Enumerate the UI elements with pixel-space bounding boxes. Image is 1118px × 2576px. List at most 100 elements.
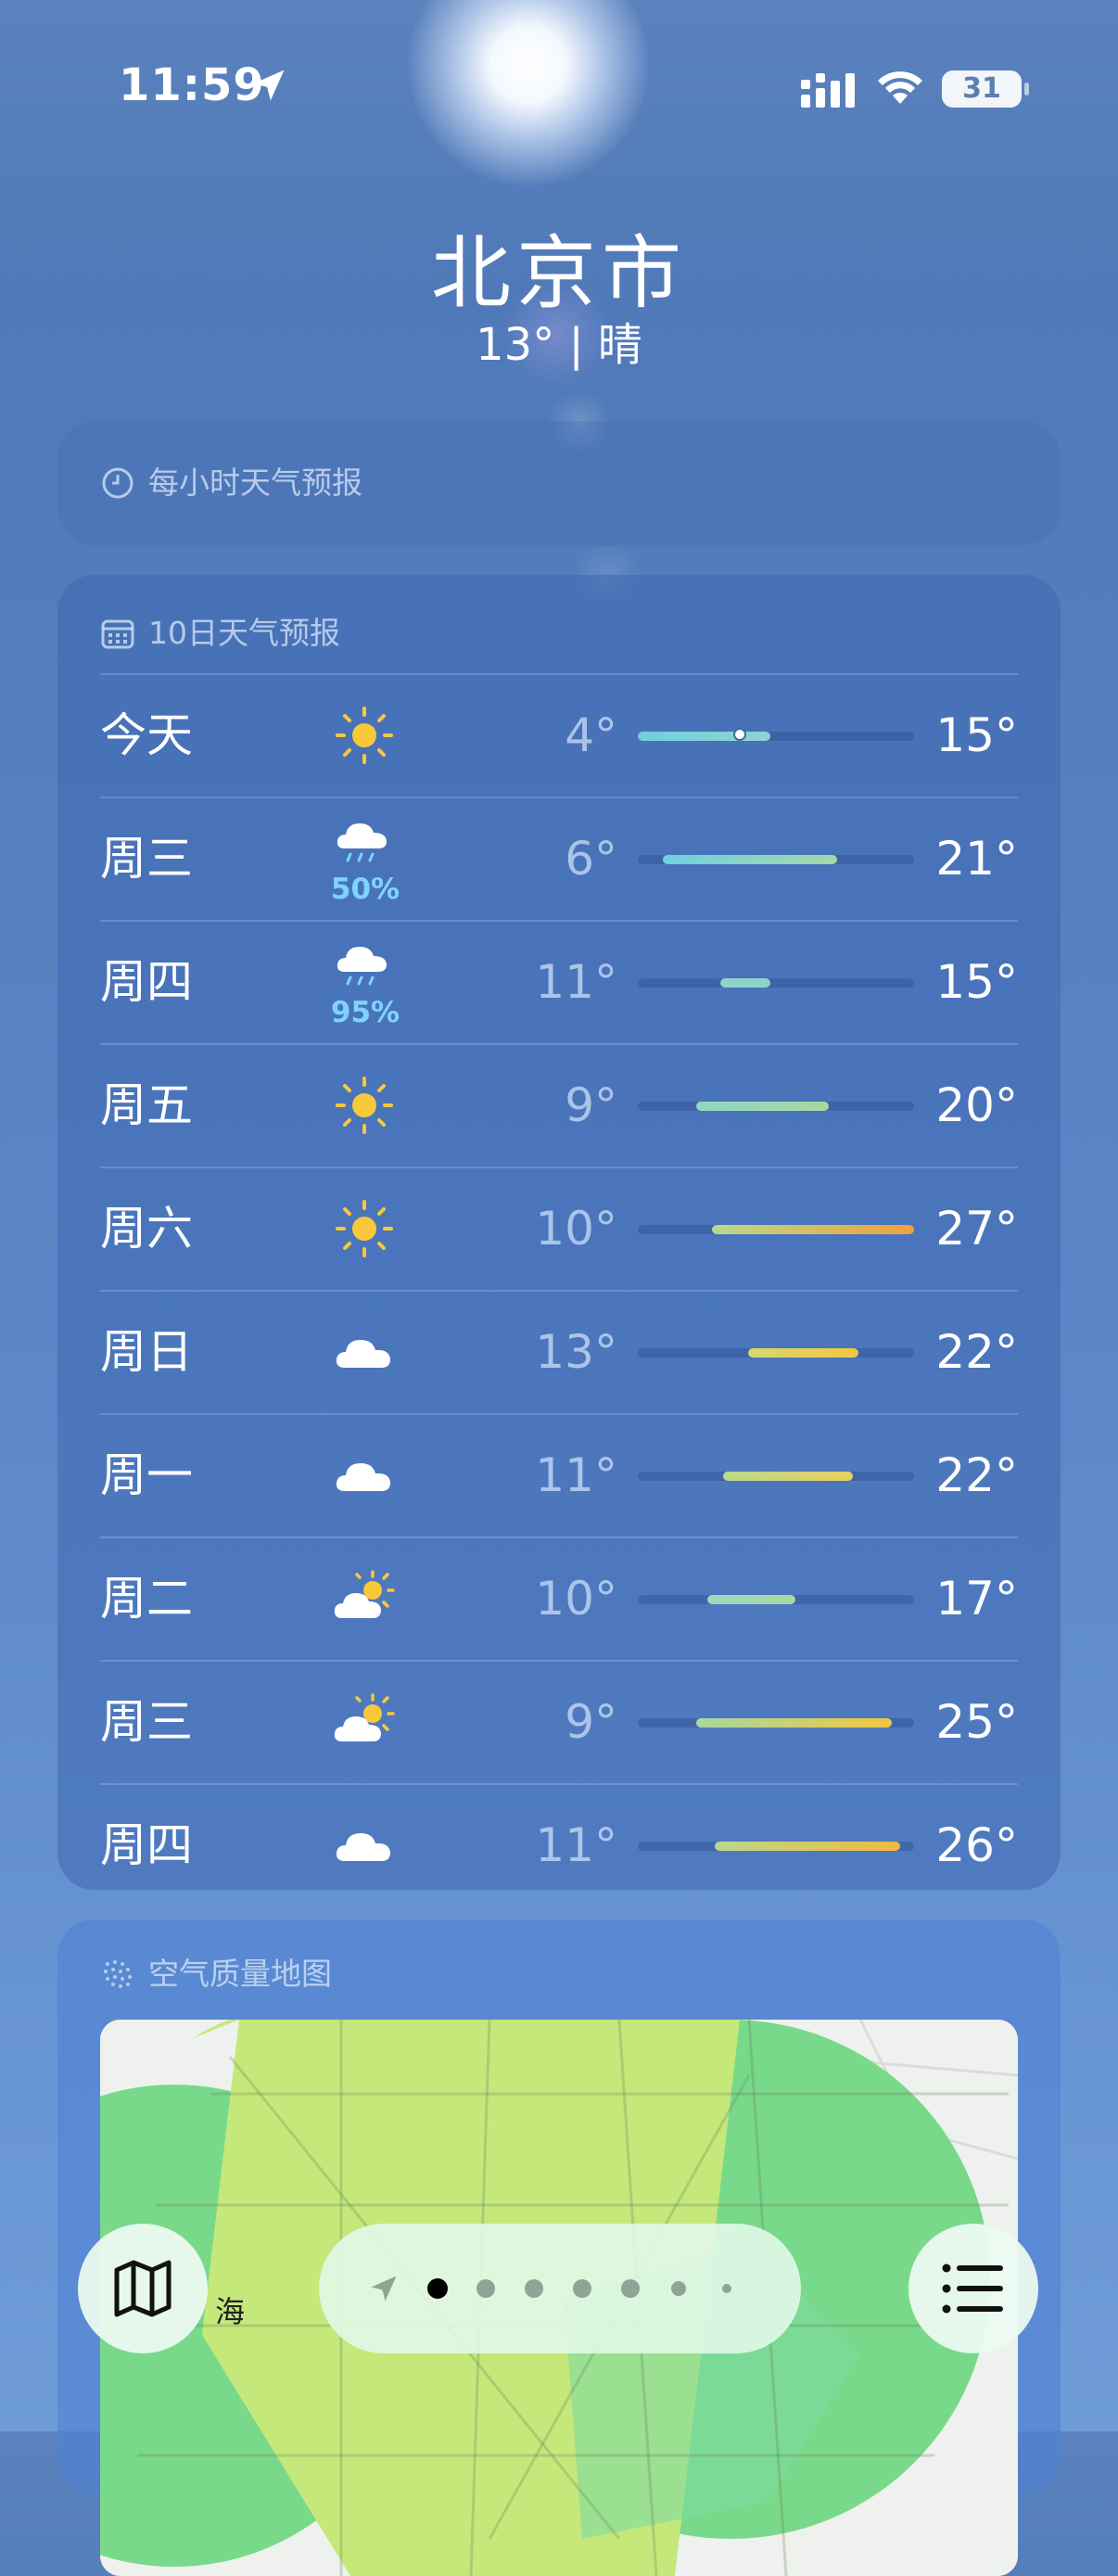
location-arrow-icon: [371, 2276, 397, 2302]
map-button[interactable]: [78, 2224, 208, 2353]
temp-range-track: [638, 1348, 914, 1358]
temp-range-bar: [695, 1102, 829, 1111]
forecast-row[interactable]: 周三 9° 25°: [100, 1660, 1018, 1783]
sun-icon: [332, 1196, 397, 1261]
temp-range-bar: [706, 1595, 795, 1604]
battery-indicator: 31: [942, 70, 1029, 108]
forecast-row[interactable]: 周二 10° 17°: [100, 1537, 1018, 1660]
page-dot[interactable]: [671, 2281, 686, 2296]
air-quality-map-card[interactable]: 空气质量地图 海: [57, 1919, 1061, 2576]
high-temp: 20°: [935, 1078, 1018, 1132]
low-temp: 11°: [535, 1818, 617, 1872]
forecast-day: 周六: [100, 1202, 193, 1256]
cloud-rain-icon: [332, 813, 397, 878]
temp-range-track: [638, 1472, 914, 1481]
current-conditions: 13° | 晴: [476, 319, 642, 371]
temp-range-bar: [720, 978, 771, 988]
high-temp: 25°: [935, 1695, 1018, 1749]
forecast-day: 周日: [100, 1325, 193, 1379]
high-temp: 15°: [935, 955, 1018, 1009]
temp-range-bar: [715, 1842, 901, 1851]
temp-range-track: [638, 855, 914, 864]
page-dot[interactable]: [525, 2279, 543, 2298]
forecast-row[interactable]: 周四 11° 26°: [100, 1783, 1018, 1906]
page-indicator[interactable]: [319, 2224, 801, 2353]
hourly-card-title: 每小时天气预报: [148, 465, 362, 501]
high-temp: 15°: [935, 708, 1018, 762]
cloud-rain-icon: [332, 937, 397, 1001]
cloud-icon: [332, 1443, 397, 1508]
temp-range-track: [638, 1225, 914, 1234]
cloud-sun-icon: [332, 1690, 397, 1754]
calendar-icon: [101, 619, 134, 649]
low-temp: 9°: [565, 1078, 617, 1132]
temp-range-bar: [638, 732, 771, 741]
high-temp: 17°: [935, 1572, 1018, 1626]
sun-icon: [332, 703, 397, 768]
low-temp: 6°: [565, 832, 617, 886]
high-temp: 27°: [935, 1202, 1018, 1256]
wifi-icon: [878, 71, 922, 104]
temp-range-track: [638, 1595, 914, 1604]
hourly-forecast-card[interactable]: 每小时天气预报: [57, 421, 1061, 545]
forecast-day: 今天: [100, 708, 193, 762]
high-temp: 21°: [935, 832, 1018, 886]
forecast-day: 周三: [100, 1695, 193, 1749]
temp-range-track: [638, 978, 914, 988]
status-bar: 11:59 31: [0, 56, 1118, 121]
temp-range-bar: [662, 855, 837, 864]
forecast-row[interactable]: 周四 95% 11° 15°: [100, 920, 1018, 1043]
low-temp: 10°: [535, 1572, 617, 1626]
temp-range-track: [638, 1842, 914, 1851]
sun-icon: [332, 1073, 397, 1138]
forecast-row[interactable]: 周三 50% 6° 21°: [100, 797, 1018, 920]
forecast-row[interactable]: 今天 4° 15°: [100, 673, 1018, 797]
low-temp: 11°: [535, 955, 617, 1009]
forecast-row[interactable]: 周六 10° 27°: [100, 1167, 1018, 1290]
dots-grid-icon: [104, 1960, 132, 1988]
map-icon: [114, 2260, 172, 2317]
low-temp: 4°: [565, 708, 617, 762]
cloud-icon: [332, 1813, 397, 1878]
forecast-day: 周三: [100, 832, 193, 886]
list-icon: [942, 2264, 1003, 2314]
list-button[interactable]: [908, 2224, 1038, 2353]
temp-range-bar: [723, 1472, 854, 1481]
page-dot[interactable]: [427, 2278, 448, 2299]
forecast-day: 周五: [100, 1078, 193, 1132]
ten-day-forecast-card[interactable]: 10日天气预报 今天 4° 15° 周三 50% 6° 21° 周四 95% 11° 15° 周五 9°…: [57, 575, 1061, 1890]
cellular-signal-icon: [801, 73, 855, 108]
precipitation-chance: 95%: [330, 996, 400, 1029]
temp-range-bar: [695, 1718, 893, 1728]
daily-card-title: 10日天气预报: [148, 615, 340, 651]
clock-icon: [102, 467, 133, 499]
forecast-day: 周四: [100, 1818, 193, 1872]
page-dot[interactable]: [573, 2279, 591, 2298]
forecast-row[interactable]: 周五 9° 20°: [100, 1043, 1018, 1167]
status-time: 11:59: [119, 59, 265, 111]
forecast-day: 周一: [100, 1448, 193, 1502]
page-dot[interactable]: [621, 2279, 640, 2298]
cloud-sun-icon: [332, 1566, 397, 1631]
temp-range-bar: [748, 1348, 859, 1358]
forecast-row[interactable]: 周日 13° 22°: [100, 1290, 1018, 1413]
temp-range-track: [638, 1102, 914, 1111]
low-temp: 13°: [535, 1325, 617, 1379]
high-temp: 26°: [935, 1818, 1018, 1872]
high-temp: 22°: [935, 1448, 1018, 1502]
low-temp: 9°: [565, 1695, 617, 1749]
cloud-icon: [332, 1320, 397, 1384]
precipitation-chance: 50%: [330, 873, 400, 906]
location-arrow-icon: [253, 70, 285, 101]
low-temp: 10°: [535, 1202, 617, 1256]
temp-range-track: [638, 728, 914, 741]
temp-range-bar: [712, 1225, 914, 1234]
forecast-list: 今天 4° 15° 周三 50% 6° 21° 周四 95% 11° 15° 周五 9° 20° 周六 10°…: [100, 673, 1018, 1906]
forecast-day: 周四: [100, 955, 193, 1009]
page-dot[interactable]: [722, 2284, 731, 2293]
forecast-row[interactable]: 周一 11° 22°: [100, 1413, 1018, 1537]
page-dot[interactable]: [476, 2279, 495, 2298]
forecast-day: 周二: [100, 1572, 193, 1626]
temp-range-track: [638, 1718, 914, 1728]
air-quality-card-title: 空气质量地图: [148, 1956, 332, 1992]
